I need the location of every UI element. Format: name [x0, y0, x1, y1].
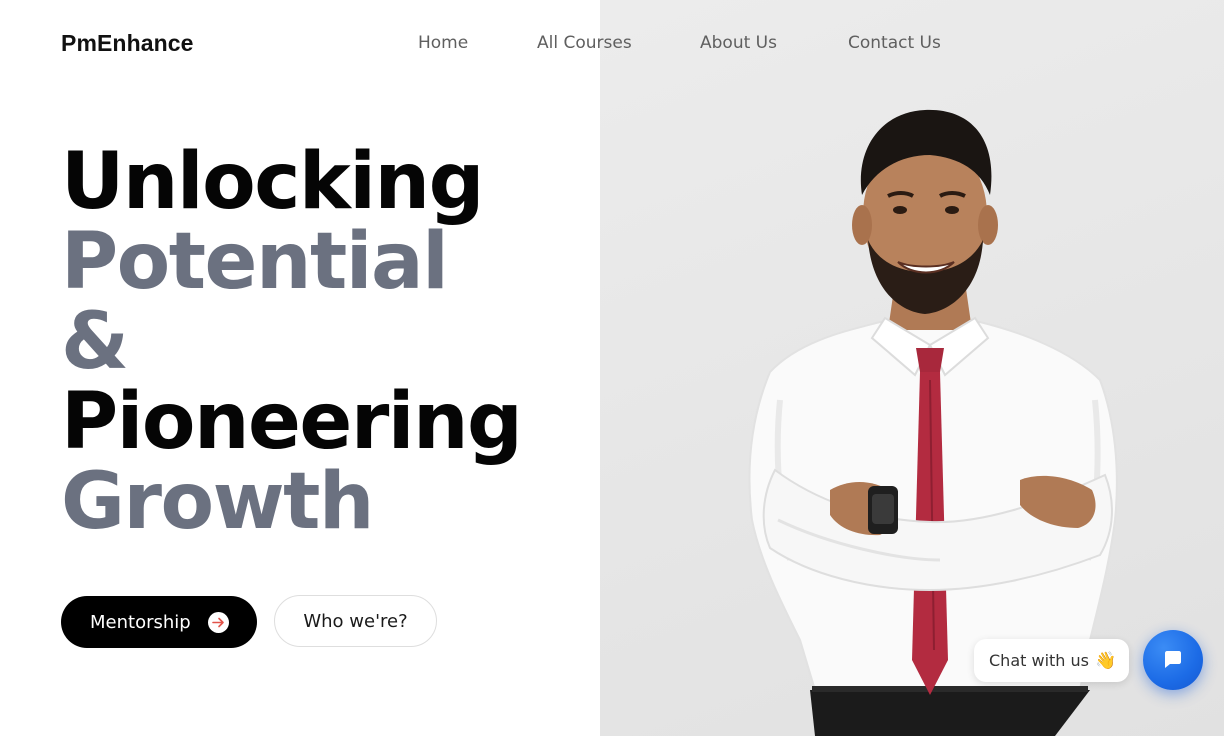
- mentorship-button[interactable]: Mentorship: [61, 596, 257, 648]
- nav-about-us[interactable]: About Us: [700, 33, 777, 53]
- waving-hand-icon: 👋: [1094, 650, 1117, 671]
- headline-line-potential: Potential: [61, 217, 449, 307]
- nav-home[interactable]: Home: [418, 33, 468, 53]
- headline-line-unlocking: Unlocking: [61, 137, 484, 227]
- arrow-right-circle-icon: [208, 612, 229, 633]
- nav-all-courses[interactable]: All Courses: [537, 33, 632, 53]
- who-we-are-button-label: Who we're?: [303, 610, 408, 632]
- headline-line-pioneering: Pioneering: [61, 377, 523, 467]
- chat-icon: [1165, 651, 1181, 668]
- smiling-man-illustration: [748, 109, 1118, 736]
- mentorship-button-label: Mentorship: [90, 611, 191, 633]
- hero-photo: [600, 0, 1224, 736]
- chat-prompt-bubble[interactable]: Chat with us 👋: [974, 639, 1129, 682]
- nav-contact-us[interactable]: Contact Us: [848, 33, 941, 53]
- who-we-are-button[interactable]: Who we're?: [274, 595, 437, 647]
- headline-line-growth: Growth: [61, 457, 374, 547]
- chat-prompt-text: Chat with us: [989, 651, 1089, 670]
- main-nav: Home All Courses About Us Contact Us: [0, 33, 1224, 59]
- chat-launcher-button[interactable]: [1143, 630, 1203, 690]
- hero-headline: Unlocking Potential & Pioneering Growth: [61, 137, 523, 547]
- headline-line-ampersand: &: [61, 297, 129, 387]
